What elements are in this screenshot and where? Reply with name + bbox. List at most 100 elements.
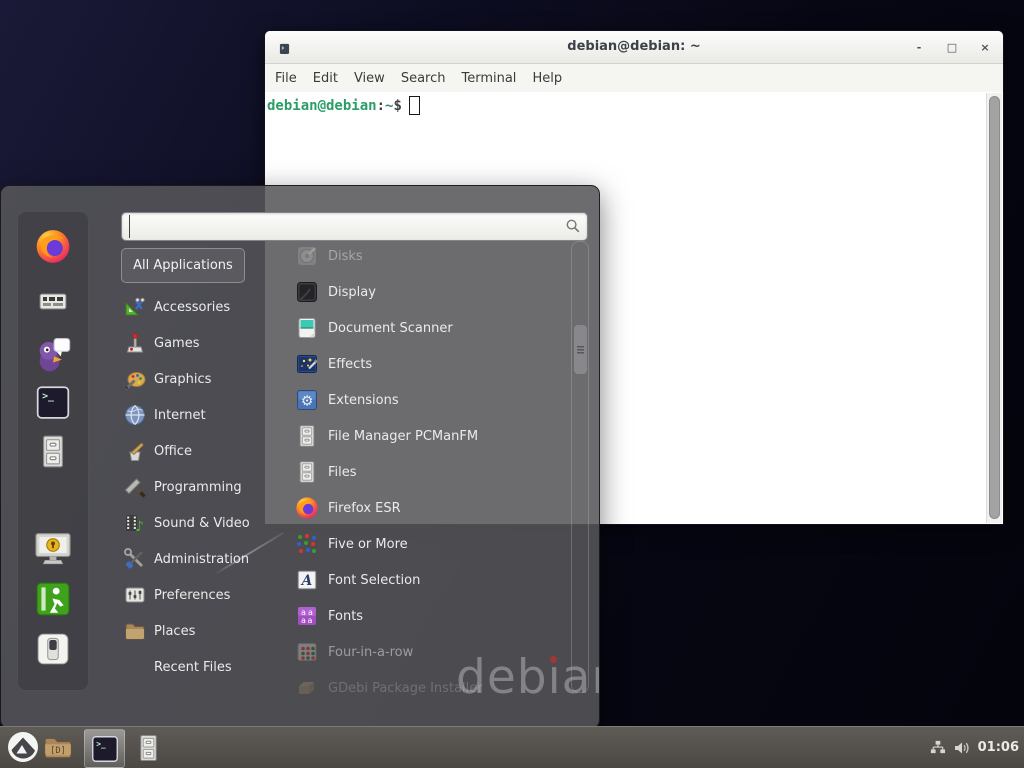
category-internet[interactable]: Internet bbox=[123, 397, 265, 433]
maximize-button[interactable]: □ bbox=[946, 42, 958, 53]
file-cabinet-favorite-icon[interactable] bbox=[37, 433, 70, 470]
terminal-taskbar-button-active[interactable]: >_ bbox=[84, 729, 125, 768]
svg-text:⚙: ⚙ bbox=[301, 394, 314, 410]
terminal-titlebar[interactable]: debian@debian: ~ - □ × bbox=[265, 31, 1003, 64]
pidgin-icon[interactable] bbox=[33, 332, 73, 374]
terminal-scrollbar[interactable] bbox=[986, 93, 1002, 523]
svg-text:>_: >_ bbox=[96, 739, 106, 748]
shell-prompt: debian@debian:~$ bbox=[265, 92, 1003, 115]
app-disks[interactable]: Disks bbox=[295, 238, 565, 274]
shutdown-icon[interactable] bbox=[34, 630, 72, 668]
menu-launcher-button[interactable] bbox=[7, 731, 39, 763]
all-applications-button[interactable]: All Applications bbox=[121, 248, 245, 283]
window-title: debian@debian: ~ bbox=[265, 39, 1003, 54]
menu-view[interactable]: View bbox=[354, 71, 385, 86]
menu-search-box bbox=[121, 212, 588, 241]
menu-scrollbar-thumb[interactable] bbox=[573, 324, 588, 375]
menu-edit[interactable]: Edit bbox=[313, 71, 338, 86]
close-button[interactable]: × bbox=[979, 42, 991, 53]
app-gdebi-package-installer[interactable]: GDebi Package Installer bbox=[295, 670, 565, 706]
menu-search[interactable]: Search bbox=[401, 71, 446, 86]
app-effects[interactable]: Effects bbox=[295, 346, 565, 382]
five-or-more-icon bbox=[295, 532, 319, 556]
file-cabinet-icon bbox=[295, 424, 319, 448]
svg-text:♪: ♪ bbox=[135, 519, 144, 535]
menu-help[interactable]: Help bbox=[532, 71, 562, 86]
terminal-favorite-icon[interactable]: >_ bbox=[36, 385, 71, 420]
app-four-in-a-row[interactable]: Four-in-a-row bbox=[295, 634, 565, 670]
extensions-icon: ⚙ bbox=[295, 388, 319, 412]
category-preferences[interactable]: Preferences bbox=[123, 577, 265, 613]
app-five-or-more[interactable]: Five or More bbox=[295, 526, 565, 562]
svg-text:a: a bbox=[301, 616, 306, 625]
category-graphics[interactable]: Graphics bbox=[123, 361, 265, 397]
document-scanner-icon bbox=[295, 316, 319, 340]
category-list: Accessories Games Graphics Internet Offi… bbox=[123, 289, 265, 685]
desktop-folder-launcher[interactable]: [D] bbox=[43, 734, 73, 762]
category-administration[interactable]: Administration bbox=[123, 541, 265, 577]
sound-video-icon: ♪ bbox=[123, 511, 147, 535]
category-sound-video[interactable]: ♪ Sound & Video bbox=[123, 505, 265, 541]
search-icon bbox=[565, 218, 581, 238]
graphics-icon bbox=[123, 367, 147, 391]
app-document-scanner[interactable]: Document Scanner bbox=[295, 310, 565, 346]
app-font-selection[interactable]: A Font Selection bbox=[295, 562, 565, 598]
app-firefox-esr[interactable]: Firefox ESR bbox=[295, 490, 565, 526]
app-fonts[interactable]: aaaa Fonts bbox=[295, 598, 565, 634]
preferences-icon bbox=[123, 583, 147, 607]
search-input[interactable] bbox=[129, 215, 563, 238]
favorites-sidebar: >_ bbox=[17, 211, 89, 691]
category-games[interactable]: Games bbox=[123, 325, 265, 361]
application-list: Disks Display Document Scanner Effects ⚙… bbox=[295, 238, 565, 706]
office-icon bbox=[123, 439, 147, 463]
prompt-user-host: debian@debian bbox=[267, 98, 377, 114]
desktop: debian@debian: ~ - □ × File Edit View Se… bbox=[0, 0, 1024, 768]
logout-icon[interactable] bbox=[34, 580, 72, 618]
category-accessories[interactable]: Accessories bbox=[123, 289, 265, 325]
display-icon bbox=[295, 280, 319, 304]
window-controls: - □ × bbox=[913, 31, 991, 63]
svg-text:a: a bbox=[308, 616, 313, 625]
category-recent-files[interactable]: Recent Files bbox=[123, 649, 265, 685]
svg-text:>_: >_ bbox=[42, 391, 54, 402]
four-in-a-row-icon bbox=[295, 640, 319, 664]
firefox-favorite-icon[interactable] bbox=[35, 228, 72, 265]
menu-terminal[interactable]: Terminal bbox=[461, 71, 516, 86]
menu-file[interactable]: File bbox=[275, 71, 297, 86]
effects-icon bbox=[295, 352, 319, 376]
clock[interactable]: 01:06 bbox=[978, 740, 1019, 755]
category-places[interactable]: Places bbox=[123, 613, 265, 649]
firefox-icon bbox=[295, 496, 319, 520]
gdebi-package-icon bbox=[295, 676, 319, 700]
places-folder-icon bbox=[123, 619, 147, 643]
files-taskbar-launcher[interactable] bbox=[135, 733, 162, 763]
programming-icon bbox=[123, 475, 147, 499]
minimize-button[interactable]: - bbox=[913, 42, 925, 53]
category-programming[interactable]: Programming bbox=[123, 469, 265, 505]
app-file-manager-pcmanfm[interactable]: File Manager PCManFM bbox=[295, 418, 565, 454]
accessories-icon bbox=[123, 295, 147, 319]
menu-scrollbar-track[interactable] bbox=[571, 241, 589, 693]
network-icon[interactable] bbox=[929, 739, 946, 756]
volume-icon[interactable] bbox=[953, 739, 971, 757]
games-icon bbox=[123, 331, 147, 355]
keyboard-app-icon[interactable] bbox=[36, 285, 70, 317]
terminal-cursor bbox=[409, 96, 420, 115]
lock-screen-icon[interactable] bbox=[33, 530, 74, 568]
terminal-menubar: File Edit View Search Terminal Help bbox=[265, 64, 1003, 92]
app-extensions[interactable]: ⚙ Extensions bbox=[295, 382, 565, 418]
font-selection-icon: A bbox=[295, 568, 319, 592]
svg-text:[D]: [D] bbox=[50, 746, 65, 756]
app-files[interactable]: Files bbox=[295, 454, 565, 490]
administration-icon bbox=[123, 547, 147, 571]
scrollbar-grip bbox=[577, 346, 584, 354]
terminal-scrollbar-thumb[interactable] bbox=[989, 96, 1000, 519]
svg-text:A: A bbox=[300, 573, 312, 589]
system-tray: 01:06 bbox=[929, 727, 1019, 768]
category-office[interactable]: Office bbox=[123, 433, 265, 469]
taskbar: [D] >_ 01:06 bbox=[0, 726, 1024, 768]
recent-files-spacer bbox=[123, 655, 147, 679]
internet-globe-icon bbox=[123, 403, 147, 427]
app-display[interactable]: Display bbox=[295, 274, 565, 310]
file-cabinet-icon bbox=[295, 460, 319, 484]
